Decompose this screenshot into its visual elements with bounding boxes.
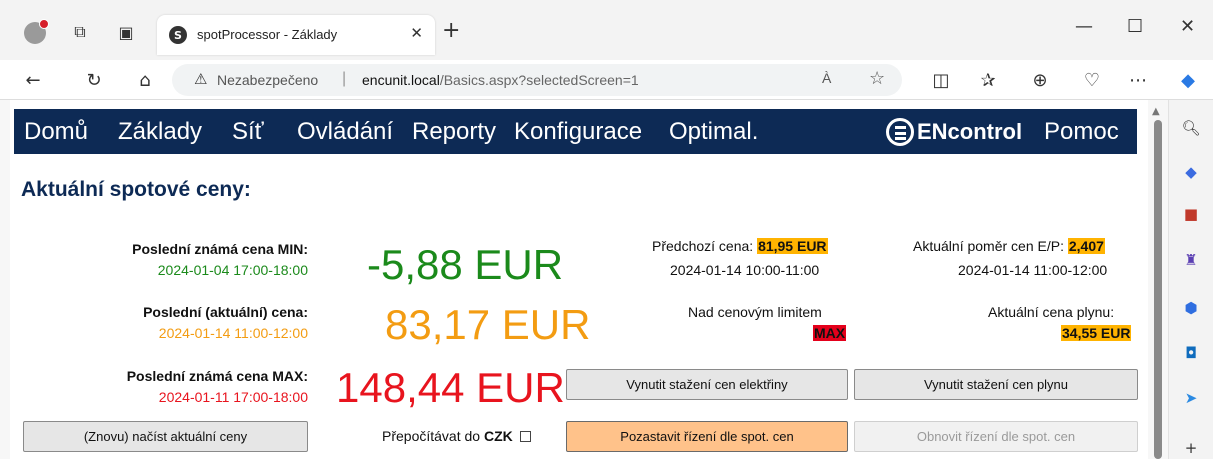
ratio-value: 2,407 [1067,238,1105,254]
logo-text: ENcontrol [917,119,1023,144]
previous-price-time: 2024-01-14 10:00-11:00 [670,262,820,278]
recalc-czk-checkbox[interactable] [519,430,531,442]
previous-price-value: 81,95 EUR [757,238,828,254]
menu-item-optimal[interactable]: Optimal. [669,118,758,146]
menu-item-home[interactable]: Domů [24,118,88,146]
close-window-icon[interactable]: ✕ [1180,16,1195,37]
price-limit-label: Nad cenovým limitem [688,304,822,320]
tab-favicon-icon: S [169,26,187,44]
min-price-label: Poslední známá cena MIN: [132,241,308,257]
copilot-icon[interactable]: ◆ [1175,67,1201,93]
gas-price-value: 34,55 EUR [1061,325,1132,341]
tab-actions-icon[interactable]: ▣ [114,20,138,44]
favorite-star-icon[interactable]: ☆ [869,68,885,89]
more-options-icon[interactable]: ⋯ [1125,67,1151,93]
min-price-time: 2024-01-04 17:00-18:00 [157,262,308,278]
scrollbar-thumb[interactable] [1154,120,1162,459]
browser-titlebar: ⧉ ▣ S spotProcessor - Základy ✕ + — ☐ ✕ [0,0,1213,60]
telegram-icon[interactable]: ➤ [1181,388,1201,408]
recalc-label: Přepočítávat do [382,428,481,444]
resume-spot-control-button[interactable]: Obnovit řízení dle spot. cen [854,421,1138,452]
price-limit-badge: MAX [813,325,847,341]
menu-item-basics[interactable]: Základy [118,118,202,146]
max-price-value: 148,44 EUR [336,364,565,411]
reload-prices-button[interactable]: (Znovu) načíst aktuální ceny [23,421,308,452]
menu-item-reports[interactable]: Reporty [412,118,496,146]
min-price-value: -5,88 EUR [367,241,564,288]
maximize-icon[interactable]: ☐ [1127,16,1143,37]
read-aloud-icon[interactable]: À [822,70,831,86]
tab-close-icon[interactable]: ✕ [410,24,423,42]
performance-icon[interactable]: ♡ [1079,67,1105,93]
encontrol-logo: ENcontrol [886,116,1022,148]
back-icon[interactable]: ← [20,67,46,93]
ratio-label: Aktuální poměr cen E/P: [913,238,1064,254]
home-icon[interactable]: ⌂ [132,67,158,93]
collections-icon[interactable]: ⊕ [1027,67,1053,93]
games-icon[interactable]: ♜ [1181,250,1201,270]
max-price-label: Poslední známá cena MAX: [126,368,308,384]
ratio: Aktuální poměr cen E/P: 2,407 [913,238,1105,254]
current-price-value: 83,17 EUR [385,301,591,348]
browser-navbar: ← ↻ ⌂ ⚠ Nezabezpečeno | encunit.local/Ba… [0,60,1213,100]
split-screen-icon[interactable]: ◫ [928,67,954,93]
encontrol-logo-icon [886,118,914,146]
ratio-time: 2024-01-14 11:00-12:00 [958,262,1108,278]
menu-item-network[interactable]: Síť [232,118,264,146]
url-text[interactable]: encunit.local/Basics.aspx?selectedScreen… [362,72,639,88]
tools-icon[interactable]: ■ [1181,204,1201,224]
gas-price-label: Aktuální cena plynu: [988,304,1115,320]
add-sidebar-icon[interactable]: + [1181,438,1201,458]
new-tab-icon[interactable]: + [442,20,460,42]
outlook-icon[interactable]: ◘ [1181,343,1201,363]
menu-item-configuration[interactable]: Konfigurace [514,118,642,146]
microsoft365-icon[interactable]: ⬢ [1181,298,1201,318]
url-host: encunit.local [362,72,440,88]
current-price-time: 2024-01-14 11:00-12:00 [158,325,308,341]
scroll-up-icon[interactable]: ▲ [1152,106,1160,117]
search-icon[interactable]: 🔍︎ [1181,118,1201,138]
workspaces-icon[interactable]: ⧉ [68,20,92,44]
top-menu: Domů Základy Síť Ovládání Reporty Konfig… [14,109,1137,154]
warning-icon[interactable]: ⚠ [194,70,207,88]
shopping-tag-icon[interactable]: ◆ [1181,162,1201,182]
url-separator: | [342,70,347,87]
force-electricity-button[interactable]: Vynutit stažení cen elektřiny [566,369,848,400]
max-price-time: 2024-01-11 17:00-18:00 [158,389,308,405]
browser-tab-active[interactable]: S spotProcessor - Základy ✕ [157,15,435,55]
edge-sidebar: 🔍︎ ◆ ■ ♜ ⬢ ◘ ➤ + [1168,100,1213,459]
previous-price-label: Předchozí cena: [652,238,754,254]
pause-spot-control-button[interactable]: Pozastavit řízení dle spot. cen [566,421,848,452]
profile-avatar-icon[interactable] [24,19,49,44]
menu-item-control[interactable]: Ovládání [297,118,393,146]
current-price-label: Poslední (aktuální) cena: [143,304,308,320]
refresh-icon[interactable]: ↻ [81,67,107,93]
url-path: /Basics.aspx?selectedScreen=1 [439,72,639,88]
minimize-icon[interactable]: — [1075,16,1093,37]
page-title: Aktuální spotové ceny: [21,178,251,201]
address-bar[interactable]: ⚠ Nezabezpečeno | encunit.local/Basics.a… [172,64,902,96]
favorites-icon[interactable]: ✰ [975,67,1001,93]
force-gas-button[interactable]: Vynutit stažení cen plynu [854,369,1138,400]
tab-title: spotProcessor - Základy [197,27,338,42]
previous-price: Předchozí cena: 81,95 EUR [652,238,828,254]
recalc-currency: CZK [483,428,513,444]
not-secure-label[interactable]: Nezabezpečeno [217,72,318,88]
recalc-czk-option[interactable]: Přepočítávat do CZK [382,428,531,444]
menu-item-help[interactable]: Pomoc [1044,118,1119,146]
